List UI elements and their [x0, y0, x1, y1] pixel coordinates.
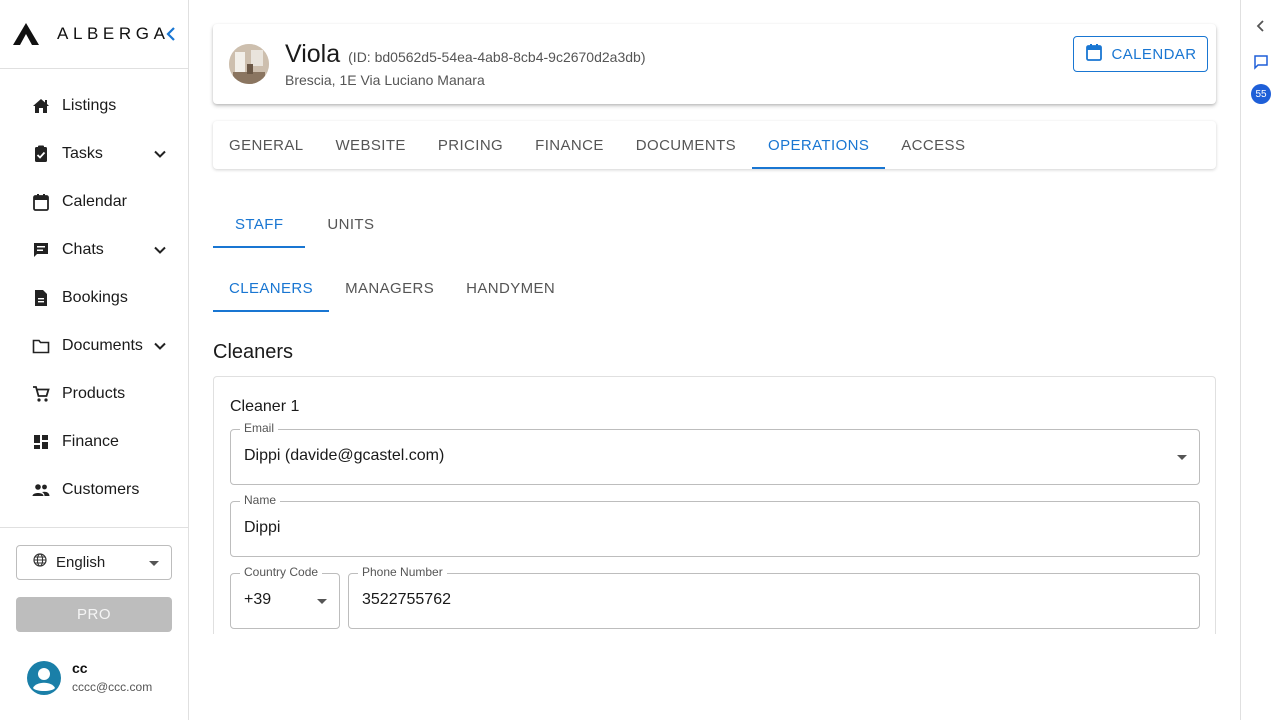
sidebar-nav: Listings Tasks Calendar Chats Bookings D…: [0, 69, 188, 514]
notification-badge[interactable]: 55: [1251, 84, 1271, 104]
language-select[interactable]: English: [16, 545, 172, 580]
user-info: cc cccc@ccc.com: [72, 660, 152, 694]
tab-pricing[interactable]: PRICING: [422, 121, 519, 169]
sidebar-item-bookings[interactable]: Bookings: [0, 274, 188, 322]
cleaner-card: Cleaner 1 Email Dippi (davide@gcastel.co…: [213, 376, 1216, 634]
task-icon: [32, 145, 50, 163]
email-label: Email: [240, 421, 279, 435]
cart-icon: [32, 385, 50, 403]
sidebar-item-documents[interactable]: Documents: [0, 322, 188, 370]
cleaner-title: Cleaner 1: [230, 398, 300, 415]
country-code-value: +39: [244, 591, 272, 608]
globe-icon: [33, 553, 47, 572]
right-rail: 55: [1240, 0, 1280, 720]
sidebar-item-label: Tasks: [62, 145, 103, 162]
property-title: Viola (ID: bd0562d5-54ea-4ab8-8cb4-9c267…: [285, 40, 645, 69]
user-name: cc: [72, 660, 88, 676]
tab-finance[interactable]: FINANCE: [519, 121, 620, 169]
subtab-managers[interactable]: MANAGERS: [329, 264, 450, 312]
dashboard-icon: [32, 433, 50, 451]
sidebar-item-label: Bookings: [62, 289, 128, 306]
sidebar-item-label: Listings: [62, 97, 117, 114]
property-tabs: GENERAL WEBSITE PRICING FINANCE DOCUMENT…: [213, 121, 1216, 169]
country-code-label: Country Code: [240, 565, 323, 579]
folder-icon: [32, 337, 50, 355]
chevron-down-icon[interactable]: [152, 338, 168, 354]
main-content: Viola (ID: bd0562d5-54ea-4ab8-8cb4-9c267…: [189, 0, 1240, 720]
name-value: Dippi: [244, 519, 281, 536]
staff-subtabs: CLEANERS MANAGERS HANDYMEN: [213, 264, 571, 312]
tab-operations[interactable]: OPERATIONS: [752, 121, 886, 169]
property-avatar: [229, 44, 269, 84]
sidebar-item-label: Chats: [62, 241, 104, 258]
user-email: cccc@ccc.com: [72, 680, 153, 694]
sidebar-item-chats[interactable]: Chats: [0, 226, 188, 274]
tab-documents[interactable]: DOCUMENTS: [620, 121, 752, 169]
people-icon: [32, 481, 50, 499]
calendar-icon: [1085, 43, 1103, 65]
caret-down-icon: [149, 561, 159, 566]
subtab-cleaners[interactable]: CLEANERS: [213, 264, 330, 312]
subtab-handymen[interactable]: HANDYMEN: [450, 264, 571, 312]
sidebar-item-tasks[interactable]: Tasks: [0, 130, 188, 178]
caret-down-icon: [317, 599, 327, 604]
sidebar-item-customers[interactable]: Customers: [0, 466, 188, 514]
pro-button[interactable]: PRO: [16, 597, 172, 632]
calendar-button[interactable]: CALENDAR: [1073, 36, 1208, 72]
chevron-left-icon[interactable]: [1251, 16, 1271, 36]
sidebar: ALBERGA Listings Tasks Calendar Chats Bo…: [0, 0, 189, 720]
sidebar-item-calendar[interactable]: Calendar: [0, 178, 188, 226]
sidebar-item-products[interactable]: Products: [0, 370, 188, 418]
alberga-logo-icon[interactable]: [12, 22, 40, 46]
name-label: Name: [240, 493, 281, 507]
user-profile[interactable]: cc cccc@ccc.com: [26, 660, 152, 696]
calendar-button-label: CALENDAR: [1111, 45, 1197, 63]
property-address: Brescia, 1E Via Luciano Manara: [285, 72, 485, 88]
email-value: Dippi (davide@gcastel.com): [244, 447, 445, 464]
subtab-units[interactable]: UNITS: [305, 200, 396, 248]
name-field[interactable]: Name Dippi: [230, 493, 1200, 557]
property-id: (ID: bd0562d5-54ea-4ab8-8cb4-9c2670d2a3d…: [348, 49, 646, 65]
sidebar-footer: English PRO cc cccc@ccc.com: [0, 527, 189, 695]
tab-general[interactable]: GENERAL: [213, 121, 320, 169]
sidebar-item-finance[interactable]: Finance: [0, 418, 188, 466]
tab-access[interactable]: ACCESS: [885, 121, 981, 169]
sidebar-item-label: Customers: [62, 481, 140, 498]
property-header: Viola (ID: bd0562d5-54ea-4ab8-8cb4-9c267…: [213, 24, 1216, 104]
collapse-sidebar-icon[interactable]: [164, 25, 178, 43]
subtab-staff[interactable]: STAFF: [213, 200, 306, 248]
brand-name: ALBERGA: [57, 24, 170, 43]
chevron-down-icon[interactable]: [152, 146, 168, 162]
calendar-icon: [32, 193, 50, 211]
phone-number-field[interactable]: Phone Number 3522755762: [348, 565, 1200, 629]
document-icon: [32, 289, 50, 307]
chat-bubble-icon[interactable]: [1251, 52, 1271, 72]
operations-subtabs: STAFF UNITS: [213, 200, 396, 248]
account-circle-icon: [26, 660, 62, 696]
email-select[interactable]: Email Dippi (davide@gcastel.com): [230, 421, 1200, 485]
chat-icon: [32, 241, 50, 259]
tab-website[interactable]: WEBSITE: [320, 121, 422, 169]
sidebar-item-label: Products: [62, 385, 126, 402]
section-title: Cleaners: [213, 341, 294, 363]
house-icon: [32, 97, 50, 115]
phone-number-value: 3522755762: [362, 591, 451, 608]
sidebar-item-label: Documents: [62, 337, 143, 354]
sidebar-item-label: Finance: [62, 433, 119, 450]
caret-down-icon: [1177, 455, 1187, 460]
phone-number-label: Phone Number: [358, 565, 447, 579]
chevron-down-icon[interactable]: [152, 242, 168, 258]
country-code-select[interactable]: Country Code +39: [230, 565, 340, 629]
property-name: Viola: [285, 40, 341, 68]
sidebar-item-label: Calendar: [62, 193, 127, 210]
sidebar-item-listings[interactable]: Listings: [0, 82, 188, 130]
language-value: English: [56, 554, 106, 571]
brand-header: ALBERGA: [0, 0, 188, 69]
